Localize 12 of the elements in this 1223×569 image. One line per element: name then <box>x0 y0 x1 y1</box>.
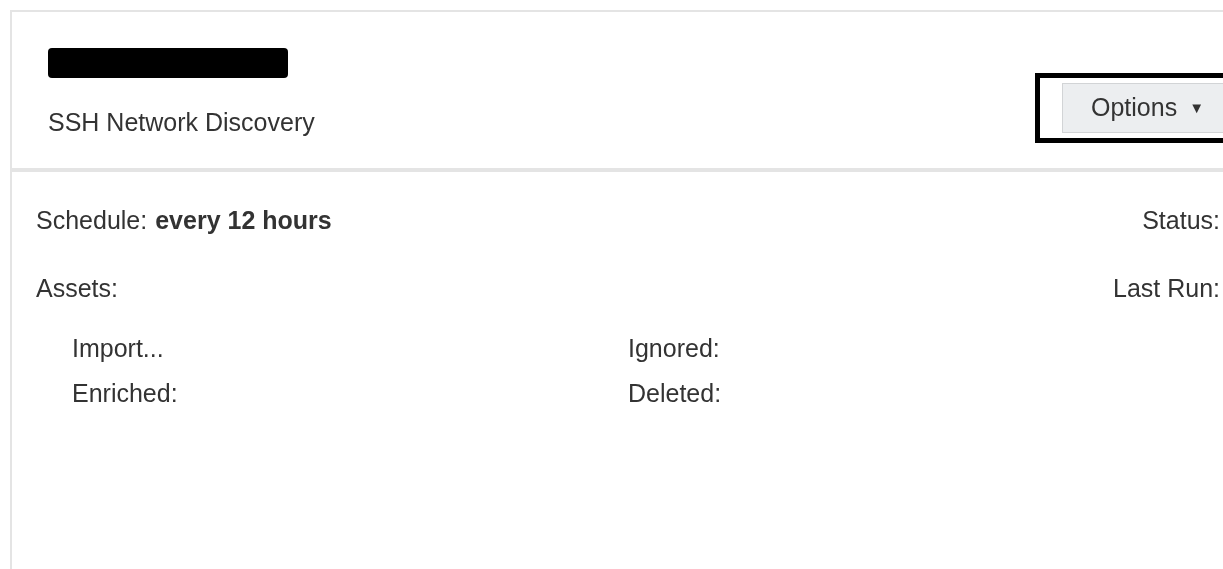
subtitle: SSH Network Discovery <box>48 110 315 135</box>
count-label: Import... <box>72 336 165 361</box>
caret-icon: ▼ <box>1189 96 1204 120</box>
schedule-value: every 12 hours <box>155 205 332 236</box>
count-label: Deleted: <box>628 381 723 406</box>
count-label: Ignored: <box>628 336 721 361</box>
assets-label: Assets: <box>36 273 118 304</box>
options-button[interactable]: Options ▼ <box>1061 83 1223 133</box>
count-label: Enriched: <box>72 381 179 406</box>
status-label: Status: <box>1142 205 1220 236</box>
last-run-label: Last Run: <box>1113 273 1220 304</box>
schedule-label: Schedule: <box>36 205 148 236</box>
